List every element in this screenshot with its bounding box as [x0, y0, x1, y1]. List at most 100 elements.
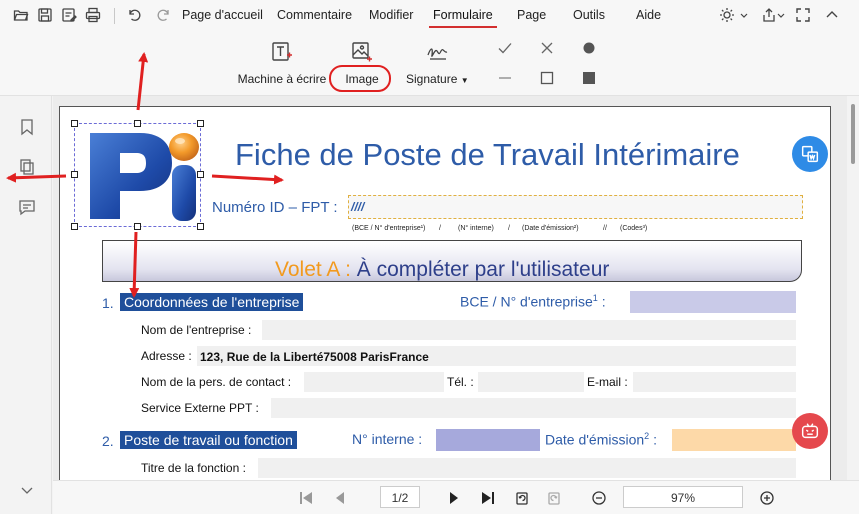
resize-handle[interactable]: [71, 120, 78, 127]
phone-field[interactable]: [478, 372, 584, 392]
service-label: Service Externe PPT :: [141, 401, 259, 415]
print-icon[interactable]: [85, 7, 101, 23]
id-sub-date: (Date d'émission²): [522, 225, 579, 232]
bce-colon: :: [601, 293, 606, 310]
empty-box-icon[interactable]: [539, 70, 555, 86]
thumbnails-icon[interactable]: [18, 158, 36, 176]
comments-icon[interactable]: [18, 198, 36, 216]
zoom-in-icon[interactable]: [758, 489, 776, 507]
volet-description: À compléter par l'utilisateur: [356, 258, 610, 281]
first-page-icon[interactable]: [297, 489, 315, 507]
last-page-icon[interactable]: [479, 489, 497, 507]
line-icon[interactable]: [497, 70, 513, 86]
menu-help[interactable]: Aide: [636, 8, 661, 22]
typewriter-icon: [272, 42, 292, 61]
service-field[interactable]: [271, 398, 796, 418]
bookmark-icon[interactable]: [18, 118, 36, 136]
chevron-down-icon[interactable]: [18, 481, 36, 499]
next-page-icon[interactable]: [445, 489, 463, 507]
bce-label: BCE / N° d'entreprise1 :: [460, 293, 606, 310]
save-as-icon[interactable]: [61, 7, 77, 23]
id-sub-codes: (Codes³): [620, 225, 648, 232]
dot-icon[interactable]: [581, 40, 597, 56]
zoom-out-icon[interactable]: [590, 489, 608, 507]
email-field[interactable]: [633, 372, 796, 392]
fullscreen-icon[interactable]: [795, 7, 811, 23]
footnote-sup: 2: [644, 431, 650, 441]
menu-edit[interactable]: Modifier: [369, 8, 413, 22]
issue-date-field[interactable]: [672, 429, 796, 451]
section-number: 1.: [102, 295, 114, 311]
section-number: 2.: [102, 433, 114, 449]
robot-icon: [801, 423, 819, 439]
share-icon[interactable]: [761, 7, 777, 23]
resize-handle[interactable]: [134, 120, 141, 127]
resize-handle[interactable]: [197, 223, 204, 230]
menu-home[interactable]: Page d'accueil: [182, 8, 263, 22]
id-sub-interne: (N° interne): [458, 225, 494, 232]
open-folder-icon[interactable]: [13, 7, 29, 23]
undo-icon[interactable]: [126, 7, 142, 23]
highlight-circle: [329, 65, 391, 92]
company-name-field[interactable]: [262, 320, 796, 340]
vertical-scrollbar[interactable]: [847, 96, 859, 480]
checkmark-icon[interactable]: [497, 40, 513, 56]
image-selection-box[interactable]: [74, 123, 201, 227]
bce-field[interactable]: [630, 291, 796, 313]
resize-handle[interactable]: [197, 171, 204, 178]
cross-icon[interactable]: [539, 40, 555, 56]
redo-icon[interactable]: [156, 7, 172, 23]
footnote-sup: 1: [592, 293, 598, 303]
volet-label: Volet A :: [275, 258, 351, 281]
filled-box-icon[interactable]: [581, 70, 597, 86]
id-sub-separator: //: [603, 225, 607, 232]
caret-down-icon[interactable]: ▼: [461, 76, 469, 85]
menu-page[interactable]: Page: [517, 8, 546, 22]
issue-date-colon: :: [653, 431, 657, 448]
convert-to-word-icon: [801, 145, 819, 163]
menu-tools[interactable]: Outils: [573, 8, 605, 22]
ai-assistant-button[interactable]: [792, 413, 828, 449]
save-icon[interactable]: [37, 7, 53, 23]
id-label: Numéro ID – FPT :: [212, 199, 338, 216]
signature-button[interactable]: Signature ▼: [404, 40, 472, 86]
contact-label: Nom de la pers. de contact :: [141, 375, 292, 389]
resize-handle[interactable]: [197, 120, 204, 127]
section-header: Coordonnées de l'entreprise: [120, 293, 304, 311]
rotate-right-icon[interactable]: [545, 489, 563, 507]
email-label: E-mail :: [587, 375, 628, 389]
internal-number-label: N° interne :: [352, 431, 423, 447]
collapse-ribbon-icon[interactable]: [824, 7, 840, 23]
resize-handle[interactable]: [71, 171, 78, 178]
job-title-field[interactable]: [258, 458, 796, 478]
bottom-navigation-bar: 1/2 97%: [53, 480, 859, 514]
zoom-level[interactable]: 97%: [623, 486, 743, 508]
page-indicator[interactable]: 1/2: [380, 486, 420, 508]
address-label: Adresse :: [141, 349, 192, 363]
company-name-label: Nom de l'entreprise :: [141, 323, 252, 337]
menu-form[interactable]: Formulaire: [429, 8, 497, 28]
left-sidebar: [0, 96, 52, 514]
previous-page-icon[interactable]: [331, 489, 349, 507]
id-sub-separator: /: [508, 225, 510, 232]
scrollbar-thumb[interactable]: [851, 104, 855, 164]
menu-comment[interactable]: Commentaire: [277, 8, 352, 22]
pdf-to-word-button[interactable]: [792, 136, 828, 172]
menu-separator: [114, 8, 115, 24]
phone-label: Tél. :: [447, 375, 474, 389]
rotate-left-icon[interactable]: [513, 489, 531, 507]
resize-handle[interactable]: [71, 223, 78, 230]
chevron-down-icon[interactable]: [740, 7, 748, 23]
volet-banner-text: Volet A : À compléter par l'utilisateur: [275, 258, 609, 282]
contact-field[interactable]: [304, 372, 444, 392]
resize-handle[interactable]: [134, 223, 141, 230]
internal-number-field[interactable]: [436, 429, 540, 451]
id-field[interactable]: ////: [348, 195, 803, 219]
image-icon: [352, 42, 372, 62]
brightness-icon[interactable]: [719, 7, 735, 23]
typewriter-label: Machine à écrire: [237, 72, 327, 86]
chevron-down-icon[interactable]: [777, 7, 785, 23]
issue-date-label: Date d'émission2 :: [545, 431, 657, 448]
menu-bar: Page d'accueil Commentaire Modifier Form…: [0, 0, 859, 32]
typewriter-button[interactable]: Machine à écrire: [234, 40, 330, 86]
